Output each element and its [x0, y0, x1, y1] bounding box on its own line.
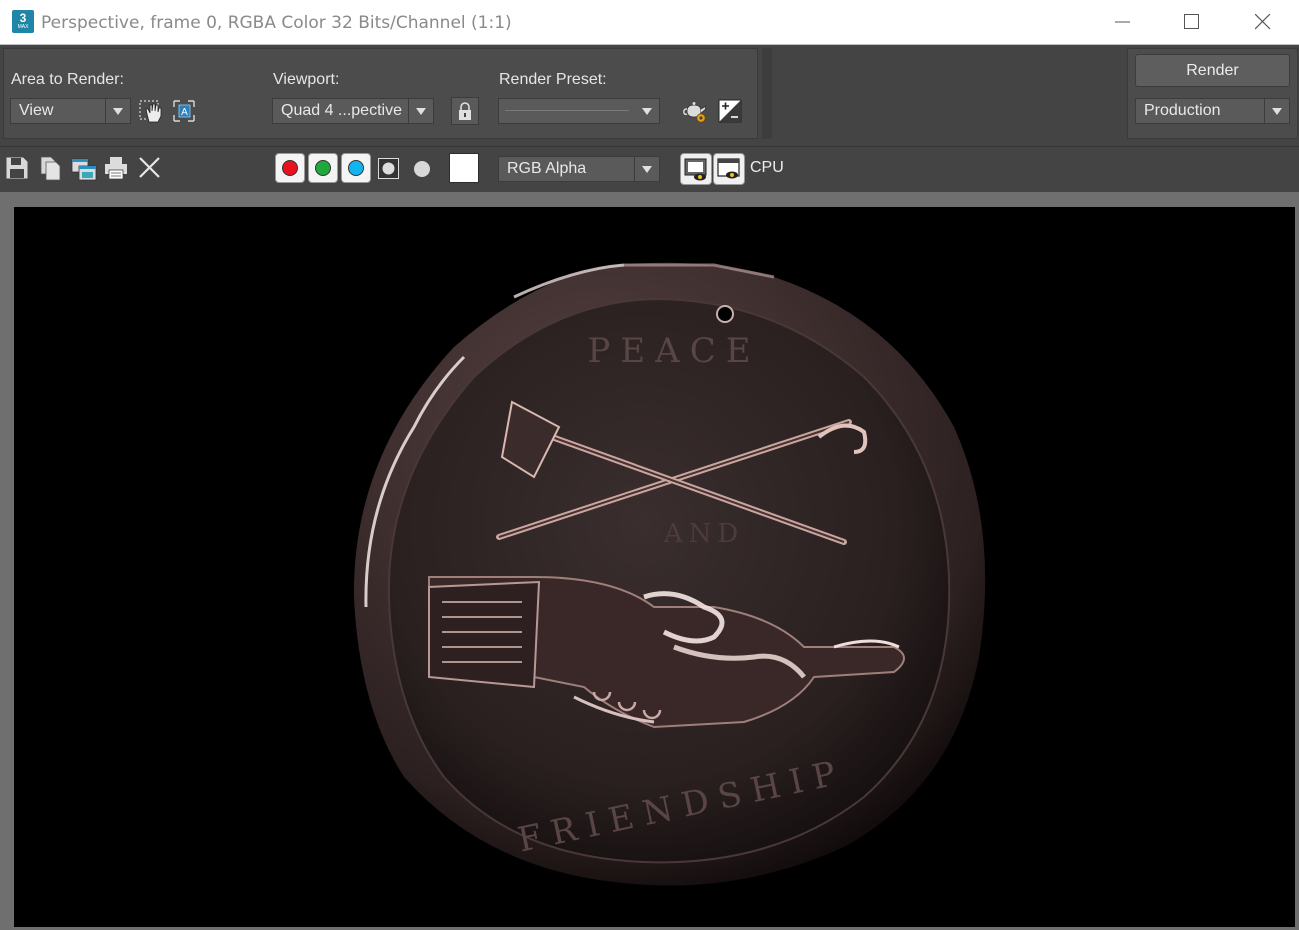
- close-icon: [1255, 14, 1271, 30]
- auto-region-icon: A: [173, 100, 195, 122]
- render-preset-label: Render Preset:: [499, 71, 607, 88]
- rendered-image-viewport[interactable]: PEACE AND FRIENDSHIP: [14, 207, 1295, 927]
- viewport-dropdown[interactable]: Quad 4 ...pective: [272, 98, 434, 124]
- render-mode-dropdown[interactable]: Production: [1135, 98, 1290, 124]
- toggle-display-button[interactable]: [713, 153, 745, 185]
- print-icon: [105, 157, 127, 180]
- rendered-medal-image: PEACE AND FRIENDSHIP: [353, 262, 986, 886]
- render-setup-button[interactable]: [681, 97, 709, 125]
- green-channel-icon: [315, 160, 331, 176]
- teapot-settings-icon: [683, 102, 707, 123]
- render-mode-value: Production: [1144, 102, 1221, 119]
- minimize-button[interactable]: [1100, 0, 1146, 44]
- area-to-render-label: Area to Render:: [11, 71, 124, 88]
- window-title: Perspective, frame 0, RGBA Color 32 Bits…: [41, 13, 512, 33]
- monochrome-button[interactable]: [408, 155, 436, 183]
- area-to-render-value: View: [19, 102, 54, 119]
- clone-window-icon: [71, 158, 97, 181]
- svg-text:A: A: [181, 107, 188, 118]
- lock-icon: [459, 102, 471, 120]
- render-preset-dropdown[interactable]: [498, 98, 660, 124]
- save-icon: [6, 157, 28, 179]
- alpha-channel-icon: [378, 158, 399, 179]
- channel-display-dropdown[interactable]: RGB Alpha: [498, 156, 660, 182]
- maximize-button[interactable]: [1169, 0, 1215, 44]
- area-to-render-dropdown[interactable]: View: [10, 98, 131, 124]
- chevron-down-icon: [634, 157, 659, 181]
- region-hand-icon: [139, 100, 162, 123]
- copy-image-button[interactable]: [37, 155, 65, 183]
- copy-icon: [40, 156, 61, 181]
- chevron-down-icon: [105, 99, 130, 123]
- render-options-group: [3, 48, 758, 139]
- auto-region-button[interactable]: A: [170, 97, 198, 125]
- clear-icon: [139, 157, 160, 178]
- renderer-label: CPU: [750, 159, 784, 176]
- channel-display-value: RGB Alpha: [507, 160, 587, 177]
- exposure-icon: [718, 99, 742, 123]
- title-bar: 3 MAX Perspective, frame 0, RGBA Color 3…: [0, 0, 1299, 45]
- save-image-button[interactable]: [4, 155, 32, 183]
- close-button[interactable]: [1240, 0, 1286, 44]
- svg-text:AND: AND: [663, 519, 744, 549]
- background-color-swatch[interactable]: [449, 153, 479, 183]
- viewport-value: Quad 4 ...pective: [281, 102, 402, 119]
- chevron-down-icon: [408, 99, 433, 123]
- green-channel-button[interactable]: [308, 153, 338, 183]
- display-toggle-icon: [684, 158, 707, 181]
- edit-region-button[interactable]: [137, 97, 165, 125]
- red-channel-icon: [282, 160, 298, 176]
- render-display-icon: [717, 158, 740, 179]
- blue-channel-button[interactable]: [341, 153, 371, 183]
- exposure-control-button[interactable]: [716, 97, 744, 125]
- svg-text:PEACE: PEACE: [587, 331, 760, 371]
- toggle-ui-overlay-button[interactable]: [680, 153, 712, 185]
- chevron-down-icon: [1264, 99, 1289, 123]
- 3dsmax-app-icon[interactable]: 3 MAX: [12, 10, 34, 33]
- chevron-down-icon: [635, 99, 659, 123]
- alpha-channel-button[interactable]: [375, 155, 403, 183]
- red-channel-button[interactable]: [275, 153, 305, 183]
- clone-window-button[interactable]: [70, 155, 98, 183]
- maximize-icon: [1184, 14, 1199, 29]
- blue-channel-icon: [348, 160, 364, 176]
- lock-viewport-button[interactable]: [451, 97, 479, 125]
- monochrome-icon: [414, 161, 430, 177]
- clear-image-button[interactable]: [137, 155, 165, 183]
- viewport-label: Viewport:: [273, 71, 340, 88]
- render-button[interactable]: Render: [1135, 54, 1290, 87]
- toolbar-divider: [762, 48, 772, 139]
- minimize-icon: [1115, 21, 1130, 23]
- print-image-button[interactable]: [103, 155, 131, 183]
